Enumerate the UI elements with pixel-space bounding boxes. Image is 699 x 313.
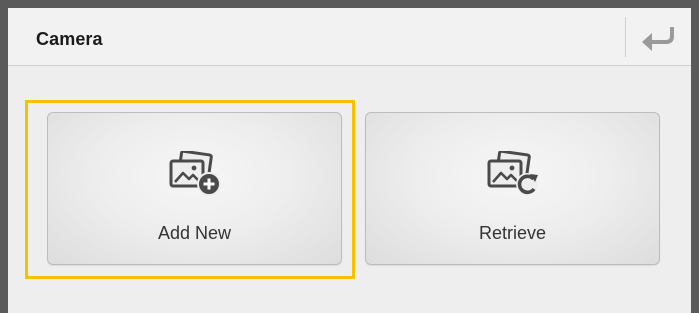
header-divider (625, 17, 626, 57)
retrieve-button[interactable]: Retrieve (365, 112, 660, 265)
page-title: Camera (36, 29, 103, 49)
back-arrow-icon (642, 27, 674, 51)
photos-refresh-icon (487, 151, 538, 195)
app-frame: Camera Add New Retrieve (0, 0, 699, 313)
add-new-label: Add New (157, 223, 232, 243)
camera-panel: Camera Add New Retrieve (8, 8, 691, 313)
add-new-button[interactable]: Add New (47, 112, 342, 265)
retrieve-label: Retrieve (478, 223, 547, 243)
photos-add-icon (169, 151, 221, 196)
header-bar: Camera (8, 8, 691, 66)
back-button[interactable] (633, 20, 681, 54)
